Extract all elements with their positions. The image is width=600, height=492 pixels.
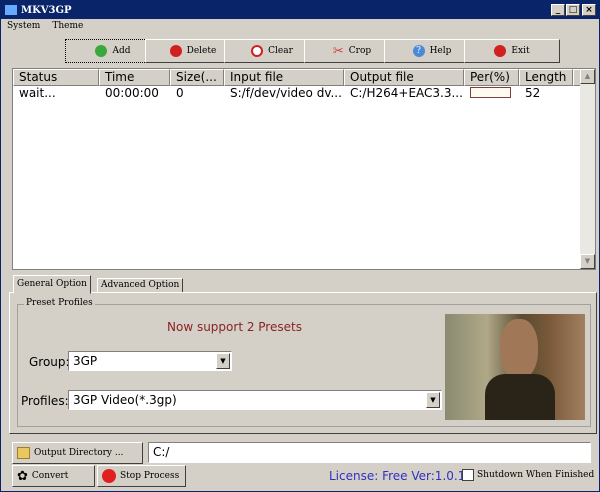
col-input[interactable]: Input file <box>224 69 344 86</box>
col-output[interactable]: Output file <box>344 69 464 86</box>
scroll-down-icon[interactable]: ▼ <box>580 254 595 269</box>
profiles-select[interactable]: 3GP Video(*.3gp) ▼ <box>68 390 442 410</box>
convert-label: Convert <box>31 471 69 481</box>
clear-label: Clear <box>268 46 293 56</box>
group-label: Group: <box>29 355 70 369</box>
row-progress-bar <box>470 87 511 98</box>
row-time: 00:00:00 <box>105 86 159 100</box>
stop-icon <box>102 469 116 483</box>
output-directory-input[interactable]: C:/ <box>148 442 591 463</box>
stop-label: Stop Process <box>120 471 180 481</box>
license-text: License: Free Ver:1.0.1 <box>329 469 466 483</box>
video-preview-image <box>445 314 585 420</box>
col-size[interactable]: Size(... <box>170 69 224 86</box>
preset-legend: Preset Profiles <box>24 298 95 308</box>
add-icon <box>95 45 108 57</box>
close-button[interactable]: × <box>582 4 596 16</box>
add-label: Add <box>112 46 131 56</box>
tab-advanced-option[interactable]: Advanced Option <box>97 278 184 293</box>
window-title: MKV3GP <box>21 4 72 16</box>
stop-process-button[interactable]: Stop Process <box>97 465 186 487</box>
clear-icon <box>251 45 264 57</box>
profiles-value: 3GP Video(*.3gp) <box>73 393 177 407</box>
scissors-icon: ✂ <box>332 43 344 59</box>
output-directory-button[interactable]: Output Directory ... <box>12 442 143 464</box>
profiles-label: Profiles: <box>21 394 69 408</box>
exit-icon <box>494 45 507 57</box>
vertical-scrollbar[interactable]: ▲ ▼ <box>580 69 595 269</box>
col-status[interactable]: Status <box>13 69 99 86</box>
row-output: C:/H264+EAC3.3... <box>350 86 463 100</box>
crop-label: Crop <box>348 46 372 56</box>
tab-general-option[interactable]: General Option <box>13 275 91 294</box>
shutdown-label: Shutdown When Finished <box>477 470 595 480</box>
chevron-down-icon[interactable]: ▼ <box>216 353 230 369</box>
menu-system[interactable]: System <box>7 21 40 31</box>
output-directory-label: Output Directory ... <box>34 448 124 458</box>
scroll-up-icon[interactable]: ▲ <box>580 69 595 84</box>
film-reel-icon: ✿ <box>17 468 28 484</box>
minimize-button[interactable]: _ <box>551 4 565 16</box>
maximize-button[interactable]: □ <box>566 4 580 16</box>
delete-icon <box>169 45 182 57</box>
title-bar: MKV3GP _ □ × <box>1 1 599 19</box>
job-list[interactable]: Status Time Size(... Input file Output f… <box>12 68 596 270</box>
folder-icon <box>17 447 30 459</box>
app-icon <box>5 5 17 15</box>
menu-theme[interactable]: Theme <box>52 21 83 31</box>
group-select[interactable]: 3GP ▼ <box>68 351 232 371</box>
col-time[interactable]: Time <box>99 69 170 86</box>
preset-notice: Now support 2 Presets <box>167 320 302 334</box>
col-length[interactable]: Length <box>519 69 573 86</box>
shutdown-checkbox[interactable] <box>462 469 474 481</box>
group-value: 3GP <box>73 354 98 368</box>
chevron-down-icon[interactable]: ▼ <box>426 392 440 408</box>
row-length: 52 <box>525 86 541 100</box>
delete-label: Delete <box>186 46 217 56</box>
exit-label: Exit <box>511 46 530 56</box>
row-input: S:/f/dev/video dv... <box>230 86 342 100</box>
menu-bar: System Theme <box>7 21 83 31</box>
convert-button[interactable]: ✿ Convert <box>12 465 95 487</box>
exit-button[interactable]: Exit <box>464 39 560 63</box>
row-status: wait... <box>19 86 56 100</box>
col-per[interactable]: Per(%) <box>464 69 519 86</box>
help-icon: ? <box>412 45 425 57</box>
row-size: 0 <box>176 86 184 100</box>
help-label: Help <box>429 46 452 56</box>
